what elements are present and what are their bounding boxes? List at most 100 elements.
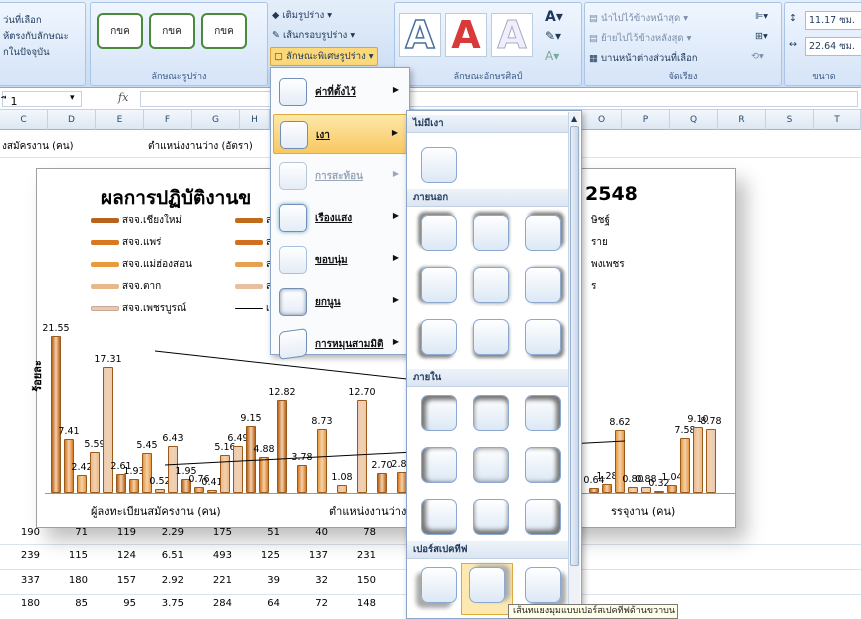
cell[interactable]: 51 <box>240 527 280 538</box>
cell[interactable]: 6.51 <box>144 550 184 561</box>
wordart-style[interactable]: A <box>491 13 533 57</box>
shadow-option-outer[interactable] <box>525 215 561 251</box>
selection-pane-button[interactable]: ▦ บานหน้าต่างส่วนที่เลือก <box>589 51 698 66</box>
shadow-option-inner[interactable] <box>421 499 457 535</box>
menu-item-bevel[interactable]: ยกนูน ▶ <box>273 282 407 322</box>
column-header[interactable]: P <box>622 110 670 130</box>
shadow-option-outer[interactable] <box>421 319 457 355</box>
shadow-option-inner[interactable] <box>525 447 561 483</box>
shadow-option-inner[interactable] <box>421 395 457 431</box>
menu-item-preset[interactable]: ค่าที่ตั้งไว้ ▶ <box>273 72 407 112</box>
column-header[interactable]: F <box>144 110 192 130</box>
cell[interactable]: 137 <box>288 550 328 561</box>
cell[interactable]: 119 <box>96 527 136 538</box>
shadow-option-outer[interactable] <box>473 267 509 303</box>
cell[interactable]: 239 <box>0 550 40 561</box>
cell[interactable]: 231 <box>336 550 376 561</box>
width-field[interactable]: 22.64 ซม. <box>805 37 861 56</box>
legend-entry[interactable]: สจจ.ตาก <box>91 279 161 294</box>
menu-item-soft-edges[interactable]: ขอบนุ่ม ▶ <box>273 240 407 280</box>
bring-to-front-button[interactable]: ▤ นำไปไว้ข้างหน้าสุด ▾ <box>589 11 688 26</box>
shape-effects-button[interactable]: ▢ ลักษณะพิเศษรูปร่าง ▾ <box>270 47 378 66</box>
formula-input[interactable] <box>140 91 858 107</box>
send-to-back-button[interactable]: ▤ ย้ายไปไว้ข้างหลังสุด ▾ <box>589 31 691 46</box>
cell[interactable]: 148 <box>336 598 376 609</box>
column-header[interactable]: H <box>240 110 270 130</box>
shadow-option-outer[interactable] <box>421 267 457 303</box>
cell[interactable]: 78 <box>336 527 376 538</box>
cell[interactable]: 72 <box>288 598 328 609</box>
fx-icon[interactable]: fx <box>118 91 128 104</box>
menu-item-reflection[interactable]: การสะท้อน ▶ <box>273 156 407 196</box>
text-fill-icon[interactable]: A▾ <box>545 9 563 25</box>
shadow-option-inner[interactable] <box>525 499 561 535</box>
scroll-thumb[interactable] <box>570 126 579 566</box>
legend-entry[interactable]: สจจ.แม่ฮ่องสอน <box>91 257 192 272</box>
text-outline-icon[interactable]: ✎▾ <box>545 29 561 43</box>
scrollbar[interactable]: ▲ <box>568 112 580 618</box>
shadow-option-perspective[interactable] <box>525 567 561 603</box>
shadow-option-inner[interactable] <box>421 447 457 483</box>
cell[interactable]: 115 <box>48 550 88 561</box>
legend-entry[interactable]: สจจ.เพชรบูรณ์ <box>91 301 186 316</box>
shadow-option-outer[interactable] <box>525 319 561 355</box>
cell[interactable]: 124 <box>96 550 136 561</box>
shadow-option-none[interactable] <box>421 147 457 183</box>
shadow-option-inner[interactable] <box>473 499 509 535</box>
cell[interactable]: 85 <box>48 598 88 609</box>
shadow-option-perspective-selected[interactable] <box>469 567 505 603</box>
column-header[interactable]: E <box>96 110 144 130</box>
cell[interactable]: 64 <box>240 598 280 609</box>
column-header[interactable]: D <box>48 110 96 130</box>
shadow-option-perspective[interactable] <box>421 567 457 603</box>
column-header[interactable]: S <box>766 110 814 130</box>
reset-style-label[interactable]: ห้ตรงกับลักษณะ <box>3 29 69 44</box>
group-icon[interactable]: ⊞▾ <box>755 31 768 42</box>
menu-item-glow[interactable]: เรืองแสง ▶ <box>273 198 407 238</box>
rotate-icon[interactable]: ⟲▾ <box>751 51 764 62</box>
column-header[interactable]: Q <box>670 110 718 130</box>
name-box-dropdown-icon[interactable]: ▾ <box>70 93 75 103</box>
shadow-option-outer[interactable] <box>473 319 509 355</box>
shape-style-swatch[interactable]: กขค <box>149 13 195 49</box>
menu-item-shadow[interactable]: เงา ▶ <box>273 114 407 154</box>
cell[interactable]: 180 <box>0 598 40 609</box>
cell[interactable]: 71 <box>48 527 88 538</box>
shadow-option-outer[interactable] <box>473 215 509 251</box>
cell[interactable]: 2.92 <box>144 575 184 586</box>
cell[interactable]: 3.75 <box>144 598 184 609</box>
cell[interactable]: 32 <box>288 575 328 586</box>
cell[interactable]: 180 <box>48 575 88 586</box>
wordart-style[interactable]: A <box>399 13 441 57</box>
cell[interactable]: 40 <box>288 527 328 538</box>
shadow-option-inner[interactable] <box>473 447 509 483</box>
cell[interactable]: 125 <box>240 550 280 561</box>
shadow-option-outer[interactable] <box>525 267 561 303</box>
cell[interactable]: 95 <box>96 598 136 609</box>
legend-entry[interactable]: สจจ.เชียงใหม่ <box>91 213 182 228</box>
shape-outline-button[interactable]: ✎ เส้นกรอบรูปร่าง ▾ <box>272 28 355 43</box>
menu-item-3d-rotation[interactable]: การหมุนสามมิติ ▶ <box>273 324 407 364</box>
legend-entry[interactable]: สจจ.แพร่ <box>91 235 161 250</box>
shadow-option-outer[interactable] <box>421 215 457 251</box>
selection-label[interactable]: ว่นที่เลือก <box>3 13 42 28</box>
chart-title[interactable]: ผลการปฏิบัติงานข <box>101 183 251 213</box>
scroll-up-icon[interactable]: ▲ <box>571 114 577 123</box>
cell[interactable]: 39 <box>240 575 280 586</box>
shape-fill-button[interactable]: ◆ เติมรูปร่าง ▾ <box>272 8 332 23</box>
shadow-option-inner[interactable] <box>473 395 509 431</box>
shadow-option-inner[interactable] <box>525 395 561 431</box>
wordart-style[interactable]: A <box>445 13 487 57</box>
align-icon[interactable]: ⊫▾ <box>755 11 768 22</box>
column-header[interactable]: R <box>718 110 766 130</box>
cell[interactable]: 157 <box>96 575 136 586</box>
cell[interactable]: 493 <box>192 550 232 561</box>
cell[interactable]: 221 <box>192 575 232 586</box>
column-header[interactable]: T <box>814 110 861 130</box>
shape-style-swatch[interactable]: กขค <box>201 13 247 49</box>
text-effects-icon[interactable]: A▾ <box>545 49 559 63</box>
cell[interactable]: 175 <box>192 527 232 538</box>
cell[interactable]: 190 <box>0 527 40 538</box>
height-field[interactable]: 11.17 ซม. <box>805 11 861 30</box>
cell[interactable]: 284 <box>192 598 232 609</box>
